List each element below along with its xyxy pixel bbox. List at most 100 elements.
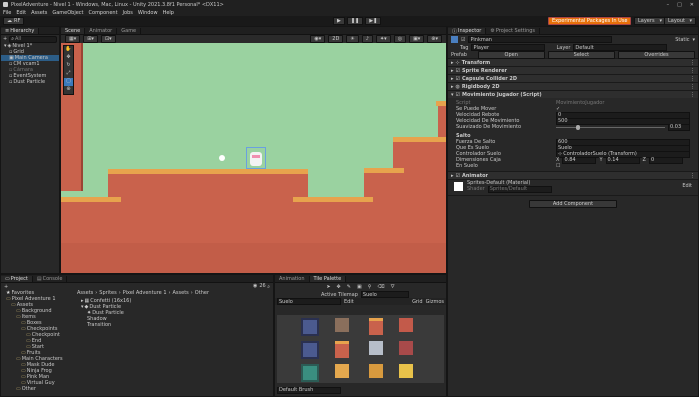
close-icon[interactable]: ✕ (690, 2, 694, 8)
layers-dropdown[interactable]: Layers ▾ (634, 17, 666, 25)
tag-dropdown[interactable]: Player (471, 44, 546, 51)
tile[interactable] (369, 318, 383, 335)
tab-project-settings[interactable]: ⚙ Project Settings (486, 28, 541, 34)
brush-dropdown[interactable]: Default Brush (277, 386, 341, 394)
tile[interactable] (335, 341, 349, 358)
gizmo-toggle-button[interactable]: ⊞▾ (83, 35, 98, 43)
project-tree-item[interactable]: ▭ Other (1, 386, 73, 392)
menu-jobs[interactable]: Jobs (123, 10, 133, 16)
tile[interactable] (301, 318, 319, 336)
menu-component[interactable]: Component (89, 10, 118, 16)
hierarchy-item-dust-particle[interactable]: ▫ Dust Particle (1, 79, 59, 85)
component-menu-icon[interactable]: ⋮ (690, 76, 698, 82)
prefab-select-button[interactable]: Select (547, 50, 615, 59)
component-menu-icon[interactable]: ⋮ (690, 60, 698, 66)
gizmos-button[interactable]: ⊕▾ (427, 35, 442, 43)
enabled-checkbox[interactable]: ☑ (456, 68, 460, 74)
menu-edit[interactable]: Edit (16, 10, 26, 16)
component-movimiento-jugador[interactable]: ▾ ☑ Movimiento Jugador (Script) ⋮ (448, 90, 698, 98)
edit-icon[interactable]: Edit (682, 183, 692, 189)
palette-grid[interactable] (277, 315, 444, 383)
transform-tool-icon[interactable]: ⊕ (64, 86, 73, 94)
tile[interactable] (369, 341, 383, 355)
breadcrumb-item[interactable]: Other (195, 290, 209, 296)
rotate-tool-icon[interactable]: ↻ (64, 62, 73, 70)
experimental-packages-badge[interactable]: Experimental Packages In Use (548, 17, 632, 25)
tile[interactable] (369, 364, 383, 378)
grid-button[interactable]: Grid (412, 299, 423, 305)
active-checkbox[interactable]: ☑ (461, 37, 465, 43)
tab-tile-palette[interactable]: Tile Palette (309, 276, 347, 282)
tab-inspector[interactable]: ⓘ Inspector (448, 28, 487, 35)
suavizado-slider[interactable] (556, 124, 665, 130)
component-transform[interactable]: ▸ ⊹ Transform ⋮ (448, 58, 698, 66)
tile[interactable] (399, 364, 413, 378)
add-icon[interactable]: + (3, 36, 7, 42)
box-fill-icon[interactable]: ▣ (357, 284, 362, 290)
enabled-checkbox[interactable]: ☑ (456, 173, 460, 179)
menu-window[interactable]: Window (138, 10, 158, 16)
add-component-button[interactable]: Add Component (529, 200, 617, 208)
player-selection-box[interactable] (246, 147, 266, 169)
search-icon[interactable]: ⌕ (624, 18, 627, 24)
account-button[interactable]: ☁ RF (3, 17, 25, 25)
camera-settings-button[interactable]: ▣▾ (409, 35, 425, 43)
tab-hierarchy[interactable]: ≡ Hierarchy (1, 28, 40, 34)
tile[interactable] (399, 318, 413, 332)
breadcrumb-item[interactable]: Pixel Adventure 1 (123, 290, 167, 296)
en-suelo-checkbox[interactable]: ☐ (556, 163, 560, 169)
pause-button[interactable]: ❚❚ (346, 17, 364, 25)
chevron-down-icon[interactable]: ▾ (692, 37, 695, 43)
tile[interactable] (301, 364, 319, 382)
slider-handle[interactable] (576, 124, 580, 130)
dimensiones-y-input[interactable]: 0.14 (605, 156, 640, 164)
tab-console[interactable]: ▤ Console (32, 276, 68, 282)
tile[interactable] (301, 341, 319, 359)
tab-game[interactable]: Game (117, 28, 142, 34)
search-icon[interactable]: ⌕ (267, 284, 270, 290)
shader-dropdown[interactable]: Sprites/Default (487, 185, 552, 193)
dimensiones-z-input[interactable]: 0 (648, 156, 683, 164)
component-animator[interactable]: ▸ ☑ Animator ⋮ (448, 171, 698, 179)
effects-button[interactable]: ✦▾ (375, 35, 391, 43)
edit-button[interactable]: Edit (344, 299, 354, 305)
hand-tool-icon[interactable]: ✋ (64, 46, 73, 54)
maximize-icon[interactable]: □ (677, 2, 682, 8)
component-rigidbody[interactable]: ▸ ◍ Rigidbody 2D ⋮ (448, 82, 698, 90)
enabled-checkbox[interactable]: ☑ (456, 92, 460, 98)
component-menu-icon[interactable]: ⋮ (690, 92, 698, 98)
rect-tool-icon[interactable]: ▢ (64, 78, 73, 86)
dimensiones-x-input[interactable]: 0.84 (562, 156, 597, 164)
layout-dropdown[interactable]: Layout ▾ (664, 17, 696, 25)
tab-animation[interactable]: Animation (275, 276, 310, 282)
step-button[interactable]: ▶❚ (365, 17, 382, 25)
component-sprite-renderer[interactable]: ▸ ☑ Sprite Renderer ⋮ (448, 66, 698, 74)
menu-gameobject[interactable]: GameObject (52, 10, 83, 16)
add-icon[interactable]: + (4, 284, 8, 290)
tile[interactable] (399, 341, 413, 355)
toggle-2d-button[interactable]: 2D (328, 35, 344, 43)
menu-file[interactable]: File (3, 10, 11, 16)
scale-tool-icon[interactable]: ⤢ (64, 70, 73, 78)
fill-tool-icon[interactable]: ⛛ (390, 284, 394, 290)
move-tool-icon[interactable]: ✥ (337, 284, 341, 290)
component-capsule-collider[interactable]: ▸ ☑ Capsule Collider 2D ⋮ (448, 74, 698, 82)
layer-dropdown[interactable]: Default (573, 44, 668, 51)
visibility-button[interactable]: ◎ (393, 35, 407, 43)
prefab-open-button[interactable]: Open (477, 50, 545, 59)
eraser-tool-icon[interactable]: ⌫ (377, 284, 384, 290)
tab-animator[interactable]: Animator (85, 28, 118, 34)
select-tool-icon[interactable]: ➤ (326, 284, 330, 290)
menu-assets[interactable]: Assets (31, 10, 47, 16)
tab-project[interactable]: ▭ Project (1, 276, 33, 282)
menu-help[interactable]: Help (163, 10, 174, 16)
prefab-overrides-button[interactable]: Overrides (617, 50, 695, 59)
gizmos-button[interactable]: Gizmos (426, 299, 444, 305)
dust-particle-gizmo[interactable] (219, 155, 225, 161)
file-item[interactable]: Transition (81, 322, 231, 328)
breadcrumb-item[interactable]: Assets (173, 290, 189, 296)
play-button[interactable]: ▶ (333, 17, 345, 25)
suavizado-input[interactable]: 0.03 (668, 123, 690, 131)
enabled-checkbox[interactable]: ☑ (456, 76, 460, 82)
hierarchy-search-input[interactable]: ⌕ All (9, 35, 57, 43)
